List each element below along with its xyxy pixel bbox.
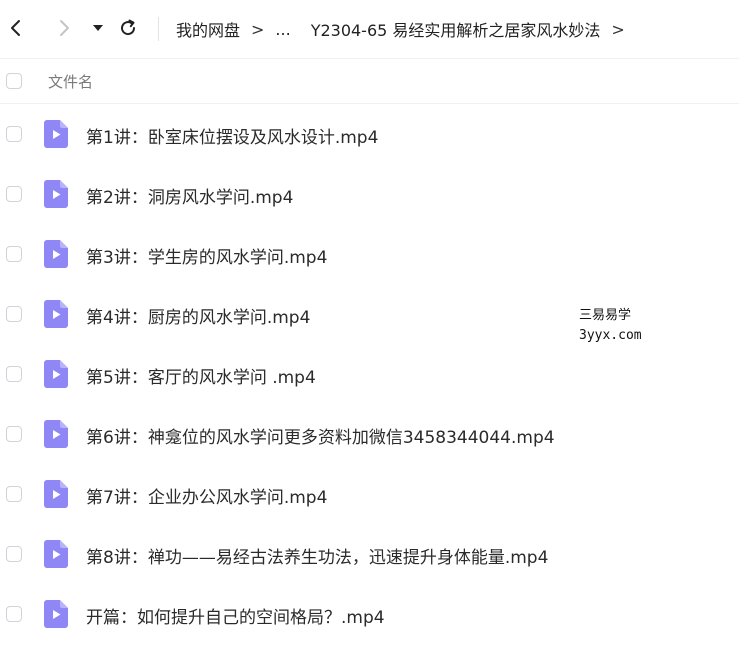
video-file-icon (44, 480, 68, 508)
file-name[interactable]: 第5讲：客厅的风水学问 .mp4 (86, 363, 316, 388)
chevron-right-icon (60, 20, 69, 36)
file-name[interactable]: 开篇：如何提升自己的空间格局？.mp4 (86, 603, 385, 628)
row-checkbox[interactable] (6, 606, 22, 622)
row-checkbox[interactable] (6, 366, 22, 382)
forward-button[interactable] (50, 14, 78, 42)
breadcrumb-separator: > (611, 19, 625, 39)
select-all-checkbox[interactable] (6, 73, 22, 89)
video-file-icon (44, 180, 68, 208)
file-name[interactable]: 第6讲：神龛位的风水学问更多资料加微信3458344044.mp4 (86, 423, 555, 448)
file-name[interactable]: 第7讲：企业办公风水学问.mp4 (86, 483, 327, 508)
file-name[interactable]: 第8讲：禅功——易经古法养生功法，迅速提升身体能量.mp4 (86, 543, 548, 568)
file-row[interactable]: 第2讲：洞房风水学问.mp4 (0, 164, 739, 224)
caret-down-icon (93, 25, 103, 31)
file-name[interactable]: 第3讲：学生房的风水学问.mp4 (86, 243, 327, 268)
breadcrumb: 我的网盘 > ... Y2304-65 易经实用解析之居家风水妙法 > (176, 17, 636, 41)
file-list: 第1讲：卧室床位摆设及风水设计.mp4 第2讲：洞房风水学问.mp4 第3讲：学生房… (0, 104, 739, 644)
video-file-icon (44, 240, 68, 268)
row-checkbox[interactable] (6, 306, 22, 322)
video-file-icon (44, 300, 68, 328)
file-row[interactable]: 第5讲：客厅的风水学问 .mp4 (0, 344, 739, 404)
row-checkbox[interactable] (6, 126, 22, 142)
file-row[interactable]: 第7讲：企业办公风水学问.mp4 (0, 464, 739, 524)
file-name[interactable]: 第2讲：洞房风水学问.mp4 (86, 183, 293, 208)
file-row[interactable]: 第6讲：神龛位的风水学问更多资料加微信3458344044.mp4 (0, 404, 739, 464)
video-file-icon (44, 540, 68, 568)
watermark: 三易易学 3yyx.com (579, 306, 642, 346)
chevron-left-icon (11, 20, 20, 36)
breadcrumb-item-ellipsis[interactable]: ... (275, 20, 290, 39)
refresh-icon (121, 19, 136, 36)
file-row[interactable]: 第3讲：学生房的风水学问.mp4 (0, 224, 739, 284)
file-row[interactable]: 第1讲：卧室床位摆设及风水设计.mp4 (0, 104, 739, 164)
toolbar-divider (158, 17, 159, 41)
list-header: 文件名 (0, 58, 739, 104)
watermark-line1: 三易易学 (579, 308, 632, 323)
history-dropdown-button[interactable] (84, 14, 112, 42)
video-file-icon (44, 420, 68, 448)
row-checkbox[interactable] (6, 186, 22, 202)
video-file-icon (44, 360, 68, 388)
row-checkbox[interactable] (6, 546, 22, 562)
watermark-line2: 3yyx.com (579, 328, 642, 343)
video-file-icon (44, 120, 68, 148)
breadcrumb-item-root[interactable]: 我的网盘 (176, 17, 240, 41)
breadcrumb-separator: > (251, 19, 265, 39)
row-checkbox[interactable] (6, 486, 22, 502)
row-checkbox[interactable] (6, 426, 22, 442)
file-row[interactable]: 第8讲：禅功——易经古法养生功法，迅速提升身体能量.mp4 (0, 524, 739, 584)
video-file-icon (44, 600, 68, 628)
back-button[interactable] (2, 14, 30, 42)
refresh-button[interactable] (114, 14, 142, 42)
row-checkbox[interactable] (6, 246, 22, 262)
toolbar: 我的网盘 > ... Y2304-65 易经实用解析之居家风水妙法 > (0, 0, 739, 58)
file-name[interactable]: 第1讲：卧室床位摆设及风水设计.mp4 (86, 123, 378, 148)
file-name[interactable]: 第4讲：厨房的风水学问.mp4 (86, 303, 310, 328)
file-row[interactable]: 开篇：如何提升自己的空间格局？.mp4 (0, 584, 739, 644)
breadcrumb-item-current[interactable]: Y2304-65 易经实用解析之居家风水妙法 (311, 17, 601, 41)
column-header-filename[interactable]: 文件名 (48, 71, 93, 92)
